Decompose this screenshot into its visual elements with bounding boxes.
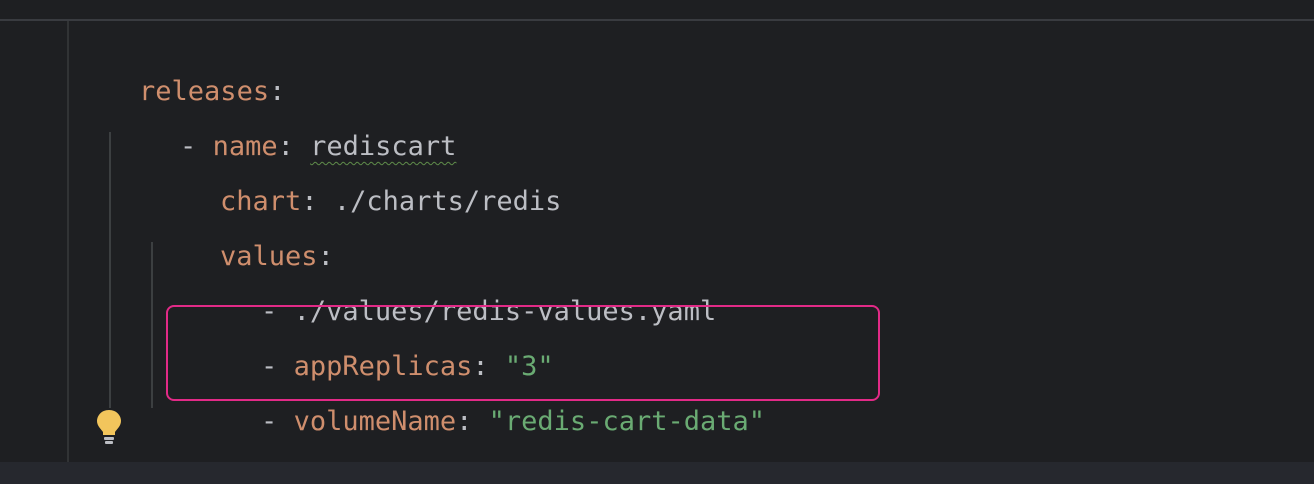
code-line-name[interactable]: - name: rediscart <box>115 87 456 162</box>
lightbulb-icon[interactable] <box>95 408 123 446</box>
indent-guide <box>109 132 111 408</box>
gutter-separator <box>67 21 69 484</box>
code-line-values-file[interactable]: - ./values/redis-values.yaml <box>196 252 716 327</box>
yaml-colon: : <box>456 406 473 437</box>
indent-guide <box>151 242 153 408</box>
code-line-chart[interactable]: chart: ./charts/redis <box>155 142 561 217</box>
editor-top-border <box>0 19 1314 21</box>
code-line-releases[interactable]: releases: <box>74 32 285 107</box>
code-editor[interactable]: releases: - name: rediscart chart: ./cha… <box>0 0 1314 484</box>
code-line-values[interactable]: values: <box>155 197 334 272</box>
yaml-key: volumeName <box>293 406 457 437</box>
yaml-value: ./charts/redis <box>333 186 562 217</box>
yaml-dash: - <box>261 406 278 437</box>
yaml-string-value: "redis-cart-data" <box>488 406 765 437</box>
highlight-annotation-box <box>166 305 880 401</box>
partial-next-line <box>0 462 1314 484</box>
